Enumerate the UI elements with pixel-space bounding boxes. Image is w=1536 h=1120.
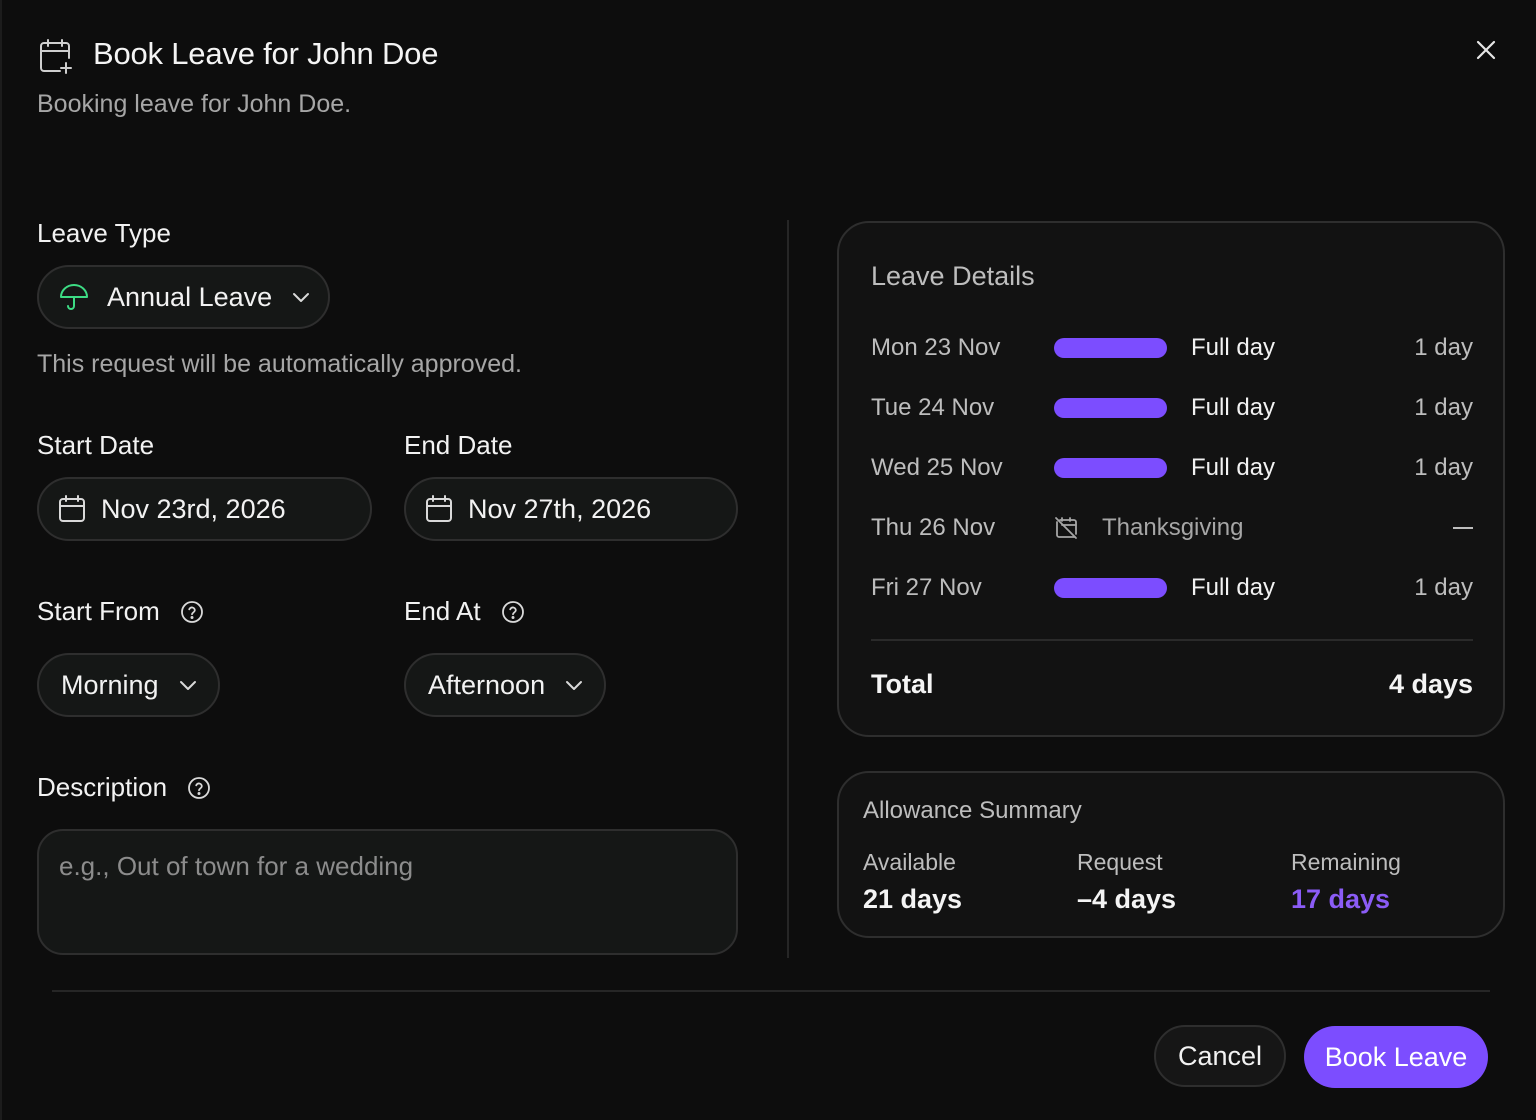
dialog-subtitle: Booking leave for John Doe. bbox=[37, 90, 352, 118]
leave-day-date: Wed 25 Nov bbox=[871, 454, 1003, 481]
start-from-value: Morning bbox=[61, 669, 159, 700]
dialog-title: Book Leave for John Doe bbox=[93, 36, 439, 71]
help-icon[interactable] bbox=[180, 600, 204, 624]
leave-day-type: Full day bbox=[1191, 394, 1276, 421]
total-row: Total 4 days bbox=[871, 669, 1473, 700]
leave-day-type: Full day bbox=[1191, 574, 1276, 601]
close-button[interactable] bbox=[1470, 36, 1502, 68]
approval-note: This request will be automatically appro… bbox=[37, 350, 522, 378]
remaining-label: Remaining bbox=[1291, 849, 1401, 875]
end-at-select[interactable]: Afternoon bbox=[404, 653, 606, 717]
calendar-icon bbox=[57, 494, 87, 524]
start-date-picker[interactable]: Nov 23rd, 2026 bbox=[37, 477, 372, 541]
available-value: 21 days bbox=[863, 884, 963, 914]
leave-day-date: Fri 27 Nov bbox=[871, 574, 982, 601]
close-icon bbox=[1475, 39, 1497, 66]
leave-type-select[interactable]: Annual Leave bbox=[37, 265, 330, 329]
description-placeholder: e.g., Out of town for a wedding bbox=[59, 851, 414, 881]
book-leave-dialog: Book Leave for John Doe Booking leave fo… bbox=[0, 0, 1536, 1120]
footer-divider bbox=[52, 990, 1490, 992]
leave-day-amount: 1 day bbox=[1414, 454, 1473, 481]
help-icon[interactable] bbox=[501, 600, 525, 624]
start-date-label: Start Date bbox=[37, 430, 155, 460]
start-from-label-group: Start From bbox=[37, 596, 204, 627]
allowance-summary-title: Allowance Summary bbox=[863, 797, 1082, 824]
end-date-label: End Date bbox=[404, 430, 513, 460]
leave-details-title: Leave Details bbox=[871, 261, 1035, 291]
book-leave-button[interactable]: Book Leave bbox=[1304, 1026, 1488, 1088]
leave-day-date: Tue 24 Nov bbox=[871, 394, 995, 421]
end-at-value: Afternoon bbox=[428, 669, 546, 700]
leave-day-row-holiday: Thu 26 Nov Thanksgiving bbox=[871, 513, 1473, 543]
description-label-group: Description bbox=[37, 772, 211, 803]
help-icon[interactable] bbox=[187, 776, 211, 800]
request-label: Request bbox=[1077, 849, 1163, 875]
full-day-bar bbox=[1054, 338, 1167, 358]
chevron-down-icon bbox=[290, 286, 312, 308]
description-textarea[interactable]: e.g., Out of town for a wedding bbox=[37, 829, 738, 955]
leave-day-date: Thu 26 Nov bbox=[871, 514, 996, 541]
leave-day-row: Wed 25 Nov Full day 1 day bbox=[871, 453, 1473, 483]
cancel-button[interactable]: Cancel bbox=[1154, 1025, 1286, 1087]
end-date-picker[interactable]: Nov 27th, 2026 bbox=[404, 477, 738, 541]
full-day-bar bbox=[1054, 578, 1167, 598]
total-value: 4 days bbox=[1388, 669, 1473, 699]
allowance-summary-card: Allowance Summary Available 21 days Requ… bbox=[837, 771, 1505, 938]
no-amount-dash bbox=[1453, 527, 1473, 529]
description-label: Description bbox=[37, 772, 168, 802]
full-day-bar bbox=[1054, 458, 1167, 478]
leave-day-row: Mon 23 Nov Full day 1 day bbox=[871, 333, 1473, 363]
full-day-bar bbox=[1054, 398, 1167, 418]
leave-day-amount: 1 day bbox=[1414, 574, 1473, 601]
leave-day-type: Full day bbox=[1191, 454, 1276, 481]
start-date-value: Nov 23rd, 2026 bbox=[101, 493, 286, 524]
request-stat: Request –4 days bbox=[1077, 849, 1176, 915]
end-at-label-group: End At bbox=[404, 596, 525, 627]
calendar-off-icon bbox=[1054, 516, 1078, 540]
chevron-down-icon bbox=[563, 674, 585, 696]
leave-day-type: Full day bbox=[1191, 334, 1276, 361]
remaining-value: 17 days bbox=[1291, 884, 1391, 914]
leave-day-amount: 1 day bbox=[1414, 394, 1473, 421]
calendar-icon bbox=[424, 494, 454, 524]
leave-type-label: Leave Type bbox=[37, 218, 171, 248]
leave-day-amount: 1 day bbox=[1414, 334, 1473, 361]
leave-day-row: Fri 27 Nov Full day 1 day bbox=[871, 573, 1473, 603]
leave-day-date: Mon 23 Nov bbox=[871, 334, 1001, 361]
start-from-label: Start From bbox=[37, 596, 160, 626]
column-divider bbox=[787, 220, 789, 958]
available-stat: Available 21 days bbox=[863, 849, 962, 915]
leave-type-value: Annual Leave bbox=[107, 281, 273, 312]
umbrella-icon bbox=[59, 282, 89, 312]
chevron-down-icon bbox=[177, 674, 199, 696]
calendar-plus-icon bbox=[38, 38, 74, 74]
leave-details-card: Leave Details Mon 23 Nov Full day 1 day … bbox=[837, 221, 1505, 737]
end-date-value: Nov 27th, 2026 bbox=[468, 493, 652, 524]
available-label: Available bbox=[863, 849, 956, 875]
holiday-label: Thanksgiving bbox=[1102, 514, 1244, 541]
remaining-stat: Remaining 17 days bbox=[1291, 849, 1401, 915]
end-at-label: End At bbox=[404, 596, 481, 626]
request-value: –4 days bbox=[1077, 884, 1177, 914]
details-divider bbox=[871, 639, 1473, 641]
start-from-select[interactable]: Morning bbox=[37, 653, 220, 717]
total-label: Total bbox=[871, 669, 934, 699]
leave-day-row: Tue 24 Nov Full day 1 day bbox=[871, 393, 1473, 423]
